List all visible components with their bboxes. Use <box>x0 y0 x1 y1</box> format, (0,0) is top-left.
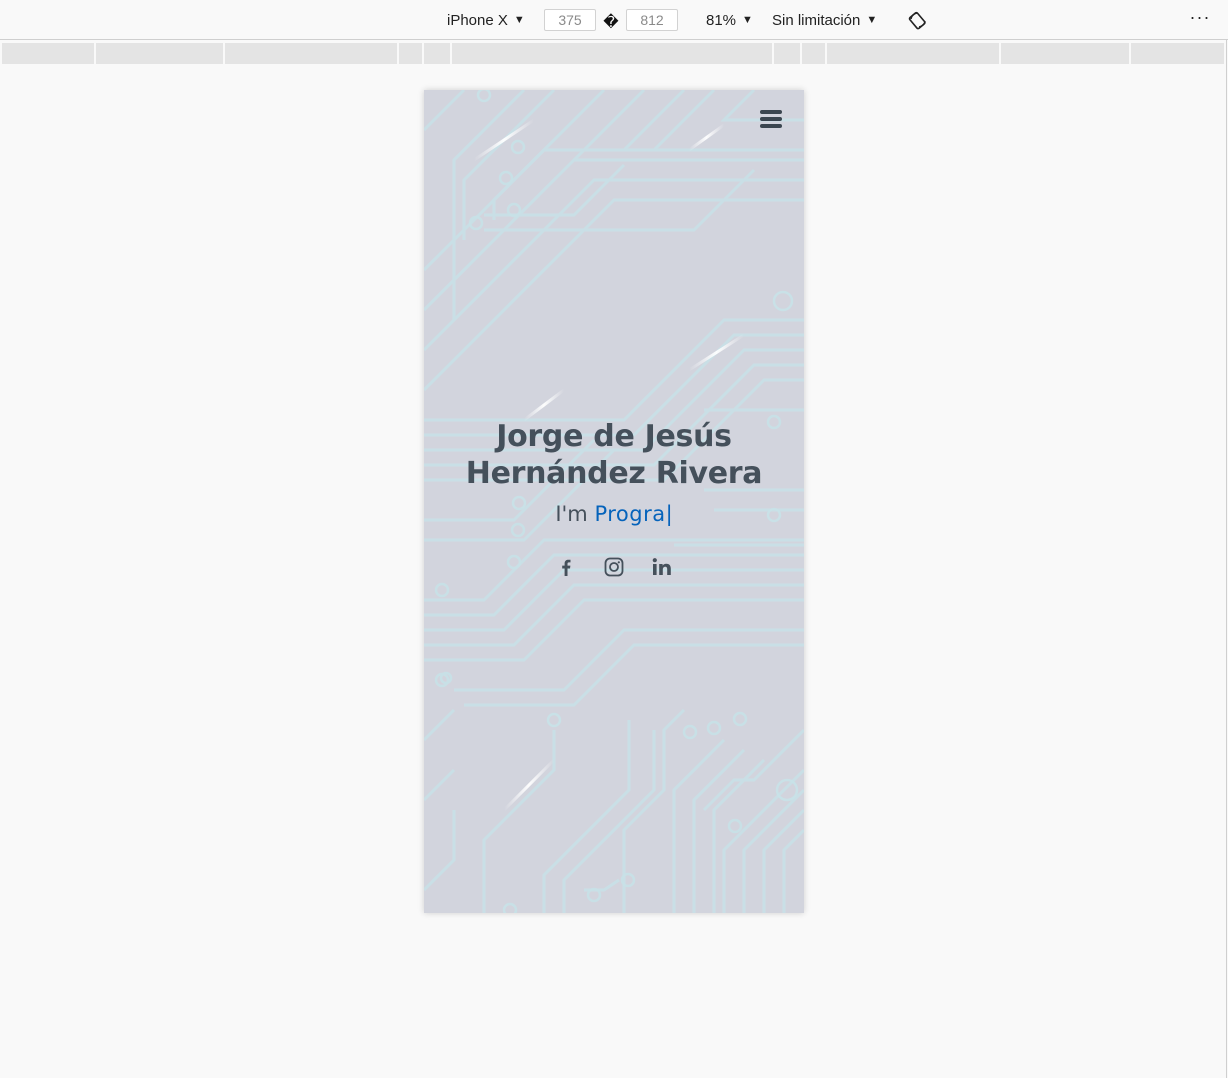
panel-edge <box>1226 40 1227 1078</box>
width-input[interactable]: 375 <box>544 9 596 31</box>
media-query-divider <box>825 43 827 64</box>
more-icon: ··· <box>1189 7 1211 27</box>
media-query-divider <box>450 43 452 64</box>
device-select[interactable]: iPhone X ▼ <box>447 0 525 40</box>
hamburger-icon <box>760 117 782 121</box>
media-query-divider <box>1129 43 1131 64</box>
linkedin-link[interactable] <box>651 555 673 579</box>
menu-toggle-button[interactable] <box>760 110 782 130</box>
throttle-label: Sin limitación <box>772 11 861 29</box>
media-query-divider <box>94 43 96 64</box>
chevron-down-icon: ▼ <box>866 14 878 26</box>
linkedin-icon <box>652 558 671 575</box>
dimension-separator: � <box>603 14 619 31</box>
typed-text: Progra <box>594 502 666 526</box>
hamburger-icon <box>760 110 782 114</box>
device-label: iPhone X <box>447 11 508 29</box>
hero-subtitle: I'm Progra| <box>424 500 804 528</box>
more-options-button[interactable]: ··· <box>1186 8 1214 32</box>
throttle-select[interactable]: Sin limitación ▼ <box>772 0 877 40</box>
hero-prefix: I'm <box>555 502 588 526</box>
rotate-button[interactable] <box>908 10 928 30</box>
device-toolbar: iPhone X ▼ 375 � 812 81% ▼ Sin limitació… <box>0 0 1228 40</box>
media-query-divider <box>999 43 1001 64</box>
instagram-icon <box>604 557 624 577</box>
facebook-icon <box>562 559 571 576</box>
media-query-divider <box>422 43 424 64</box>
hero-name: Jorge de Jesús Hernández Rivera <box>465 419 763 491</box>
media-query-divider <box>772 43 774 64</box>
zoom-select[interactable]: 81% ▼ <box>706 0 753 40</box>
rotate-icon <box>908 11 926 30</box>
chevron-down-icon: ▼ <box>742 14 753 26</box>
media-query-divider <box>800 43 802 64</box>
social-links <box>424 555 804 581</box>
chevron-down-icon: ▼ <box>513 14 525 26</box>
hamburger-icon <box>760 124 782 128</box>
media-query-bar[interactable] <box>2 43 1224 64</box>
zoom-label: 81% <box>706 11 737 29</box>
device-viewport[interactable]: Jorge de Jesús Hernández Rivera I'm Prog… <box>424 90 804 913</box>
media-query-divider <box>223 43 225 64</box>
hero-section: Jorge de Jesús Hernández Rivera I'm Prog… <box>424 418 804 528</box>
height-input[interactable]: 812 <box>626 9 678 31</box>
typed-cursor: | <box>665 502 673 526</box>
instagram-link[interactable] <box>603 555 625 579</box>
facebook-link[interactable] <box>555 555 577 579</box>
media-query-divider <box>397 43 399 64</box>
